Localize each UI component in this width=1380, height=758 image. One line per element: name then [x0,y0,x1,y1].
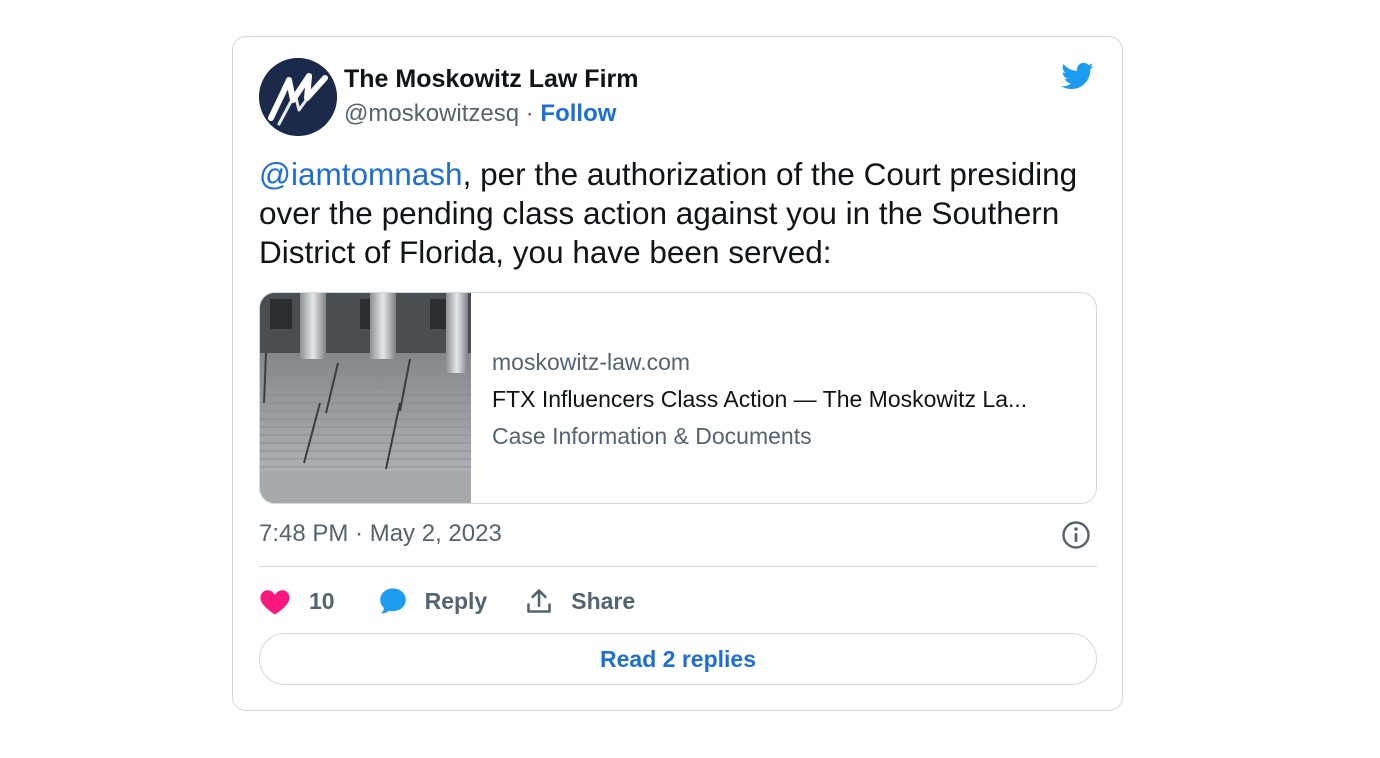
divider [259,566,1097,567]
moskowitz-logo-icon [259,58,337,136]
speech-bubble-icon [379,588,406,614]
reply-button[interactable]: Reply [377,586,488,616]
handle-separator: · [525,100,541,127]
link-preview-card[interactable]: moskowitz-law.com FTX Influencers Class … [259,292,1097,504]
twitter-bird-icon[interactable] [1058,59,1096,93]
link-preview-text: moskowitz-law.com FTX Influencers Class … [492,349,1027,450]
avatar[interactable] [259,58,337,136]
share-button[interactable]: Share [525,587,635,615]
tweet-timestamp[interactable]: 7:48 PM · May 2, 2023 [259,520,502,548]
tweet-text: @iamtomnash, per the authorization of th… [259,155,1109,272]
link-description: Case Information & Documents [492,423,812,449]
tweet-embed-card: The Moskowitz Law Firm @moskowitzesq · F… [232,36,1123,711]
link-title: FTX Influencers Class Action — The Mosko… [492,386,1028,412]
action-bar: 10 Reply Share [259,585,635,617]
courthouse-steps-image [260,293,471,503]
follow-button[interactable]: Follow [540,100,616,127]
courthouse-thumbnail [260,293,471,503]
mention-link[interactable]: @iamtomnash [259,156,463,192]
link-domain: moskowitz-law.com [492,349,691,375]
info-icon[interactable] [1061,520,1091,550]
reply-label: Reply [424,587,488,614]
share-label: Share [571,587,636,614]
share-upload-icon [527,589,552,613]
like-button[interactable]: 10 [259,587,335,615]
like-count: 10 [309,587,335,614]
handle-row: @moskowitzesq · Follow [344,100,616,128]
read-replies-button[interactable]: Read 2 replies [259,633,1097,685]
heart-icon [260,590,290,615]
author-handle[interactable]: @moskowitzesq [344,100,519,127]
author-name[interactable]: The Moskowitz Law Firm [344,65,638,94]
